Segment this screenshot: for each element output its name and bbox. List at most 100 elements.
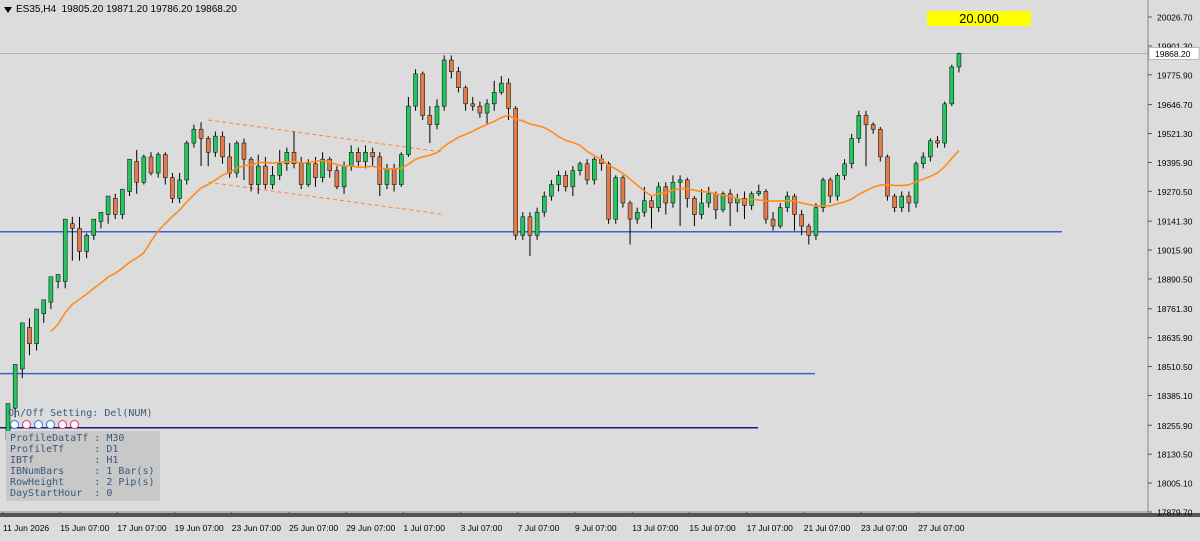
candle-body xyxy=(270,175,275,185)
candle-body xyxy=(577,163,583,171)
candle-body xyxy=(48,276,54,303)
candle-body xyxy=(441,59,447,107)
candle-body xyxy=(62,218,68,282)
candle-body xyxy=(949,66,955,105)
time-tick-label: 23 Jun 07:00 xyxy=(232,523,281,533)
toggle-dot[interactable] xyxy=(10,420,19,429)
candle-body xyxy=(384,168,390,185)
price-tick-label: 19141.30 xyxy=(1157,217,1193,227)
candle-body xyxy=(306,163,311,185)
candle-body xyxy=(677,179,683,183)
price-tick-label: 18761.30 xyxy=(1157,304,1193,314)
candle-body xyxy=(134,161,139,183)
candle-body xyxy=(184,142,189,181)
toggle-dot[interactable] xyxy=(34,420,43,429)
candle-body xyxy=(799,214,804,227)
candle-body xyxy=(756,191,761,195)
candle-body xyxy=(248,158,254,185)
candle-body xyxy=(20,322,25,370)
symbol-header: ES35,H4 19805.20 19871.20 19786.20 19868… xyxy=(4,4,237,15)
price-tick-label: 18005.10 xyxy=(1157,479,1193,489)
candle-body xyxy=(434,105,440,125)
candle-body xyxy=(356,152,361,162)
candle-body xyxy=(163,154,168,178)
candle-body xyxy=(155,154,161,174)
current-price-label: 19868.20 xyxy=(1155,49,1191,59)
candle-body xyxy=(885,156,890,197)
chart-window[interactable]: 20026.70 19901.30 19775.90 19646.70 19521.30… xyxy=(0,0,1200,541)
settings-row: DayStartHour : 0 xyxy=(10,488,113,499)
candle-body xyxy=(634,211,640,220)
candle-body xyxy=(727,193,733,204)
candle-body xyxy=(12,364,18,409)
candle-body xyxy=(427,115,433,125)
price-tick-label: 19521.30 xyxy=(1157,129,1193,139)
candle-body xyxy=(98,211,104,222)
settings-panel: On/Off Setting: Del(NUM) ProfileDataTf :… xyxy=(6,408,160,501)
price-tick-label: 18255.90 xyxy=(1157,421,1193,431)
price-tick-label: 18635.90 xyxy=(1157,333,1193,343)
toggle-dot[interactable] xyxy=(58,420,67,429)
candle-body xyxy=(399,154,404,185)
candle-body xyxy=(449,59,454,72)
candle-body xyxy=(820,179,826,208)
candle-body xyxy=(55,274,61,282)
time-tick-label: 15 Jun 07:00 xyxy=(60,523,109,533)
candle-body xyxy=(127,158,132,192)
price-tick-label: 19775.90 xyxy=(1157,70,1193,80)
candle-body xyxy=(263,165,268,185)
candle-body xyxy=(592,158,597,181)
dropdown-arrow-icon[interactable] xyxy=(4,6,12,13)
time-tick-label: 7 Jul 07:00 xyxy=(518,523,560,533)
candle-body xyxy=(491,92,497,105)
candle-body xyxy=(470,103,475,107)
candle-body xyxy=(956,53,962,68)
candle-body xyxy=(777,207,783,227)
candle-body xyxy=(627,202,633,220)
candle-body xyxy=(348,152,354,167)
candle-body xyxy=(849,138,854,165)
price-tick-label: 18510.50 xyxy=(1157,362,1193,372)
candle-body xyxy=(613,177,618,220)
toggle-dot[interactable] xyxy=(22,420,31,429)
candle-body xyxy=(463,87,468,105)
candle-body xyxy=(792,195,797,215)
candle-body xyxy=(656,186,661,208)
settings-title: On/Off Setting: Del(NUM) xyxy=(8,408,153,419)
candle-body xyxy=(341,165,347,188)
toggle-dot[interactable] xyxy=(70,420,79,429)
price-tick-label: 17879.70 xyxy=(1157,508,1193,518)
candle-body xyxy=(913,163,919,204)
candle-body xyxy=(205,138,211,153)
candle-body xyxy=(170,177,175,199)
candle-body xyxy=(313,163,318,178)
price-tick-label: 19646.70 xyxy=(1157,100,1193,110)
candle-body xyxy=(785,195,790,208)
price-tick-label: 19270.50 xyxy=(1157,187,1193,197)
settings-toggle-dots[interactable] xyxy=(10,420,160,429)
toggle-dot[interactable] xyxy=(46,420,55,429)
candle-body xyxy=(513,108,518,236)
candle-body xyxy=(148,156,154,174)
candle-body xyxy=(878,128,883,158)
candle-body xyxy=(213,135,218,153)
candle-body xyxy=(649,200,654,208)
price-tick-label: 19395.90 xyxy=(1157,158,1193,168)
candle-body xyxy=(105,195,111,215)
candle-body xyxy=(563,175,568,188)
candle-body xyxy=(556,175,561,185)
settings-row: IBNumBars : 1 Bar(s) xyxy=(10,466,155,477)
candle-body xyxy=(413,73,418,107)
time-tick-label: 17 Jun 07:00 xyxy=(117,523,166,533)
chart-background xyxy=(0,0,1148,512)
candle-body xyxy=(256,165,261,185)
candle-body xyxy=(320,158,325,178)
time-tick-label: 13 Jul 07:00 xyxy=(632,523,679,533)
candle-body xyxy=(499,82,504,93)
price-tick-label: 18130.50 xyxy=(1157,450,1193,460)
bottom-scrollbar[interactable] xyxy=(0,513,1200,517)
candle-body xyxy=(835,175,840,197)
candlestick-chart[interactable]: 20026.7019901.3019775.9019646.7019521.30… xyxy=(0,0,1200,541)
candle-body xyxy=(370,152,375,158)
time-tick-label: 19 Jun 07:00 xyxy=(175,523,224,533)
